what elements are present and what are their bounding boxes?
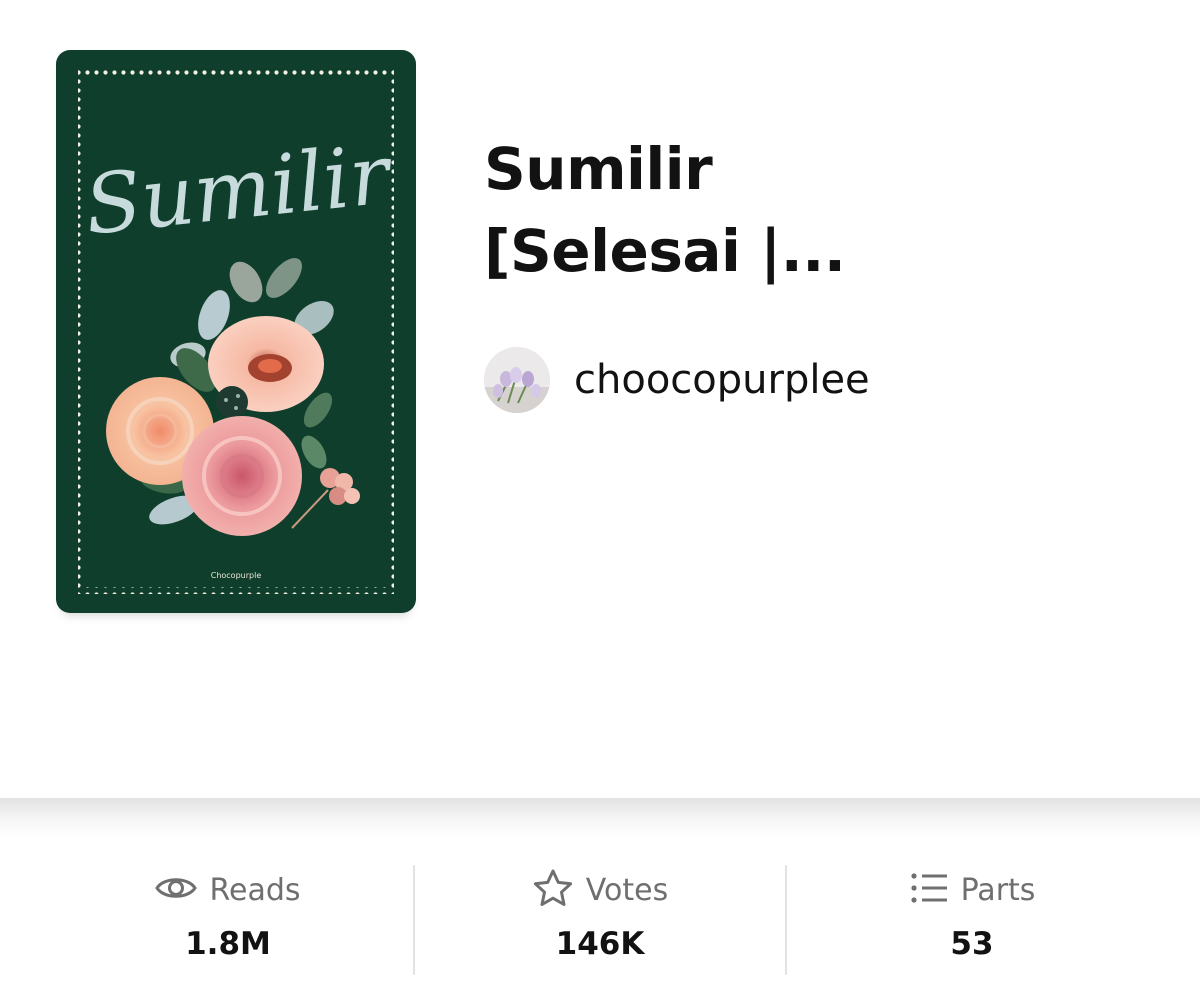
eye-icon — [155, 873, 198, 908]
parts-value: 53 — [950, 926, 994, 962]
reads-label: Reads — [209, 872, 301, 908]
pink-rose — [182, 416, 302, 536]
story-header: Sumilir Chocopurple Sumilir [Selesai |..… — [0, 0, 1200, 800]
story-title-line1: Sumilir — [484, 135, 713, 203]
story-title[interactable]: Sumilir [Selesai |... — [484, 128, 1044, 292]
section-divider — [0, 798, 1200, 838]
story-stats: Reads 1.8M Votes 146K Parts 53 — [0, 838, 1200, 1005]
votes-value: 146K — [555, 926, 645, 962]
author-link[interactable]: choocopurplee — [484, 346, 870, 414]
reads-value: 1.8M — [185, 926, 271, 962]
avatar[interactable] — [484, 347, 550, 413]
author-name: choocopurplee — [574, 357, 870, 403]
cover-artwork: Sumilir Chocopurple — [78, 68, 399, 594]
story-cover[interactable]: Sumilir Chocopurple — [56, 50, 416, 613]
list-icon — [909, 871, 949, 910]
small-bloom — [291, 468, 360, 529]
story-title-line2: [Selesai |... — [484, 217, 846, 285]
stat-parts: Parts 53 — [787, 866, 1157, 978]
votes-label: Votes — [585, 872, 669, 908]
cover-signature: Chocopurple — [211, 571, 262, 580]
parts-label: Parts — [960, 872, 1036, 908]
cover-script-title: Sumilir — [81, 127, 399, 254]
stat-reads: Reads 1.8M — [43, 866, 413, 978]
avatar-tulips-image — [484, 347, 550, 413]
star-icon — [532, 868, 574, 913]
berry-cluster — [216, 386, 248, 418]
stat-votes: Votes 146K — [415, 866, 785, 978]
